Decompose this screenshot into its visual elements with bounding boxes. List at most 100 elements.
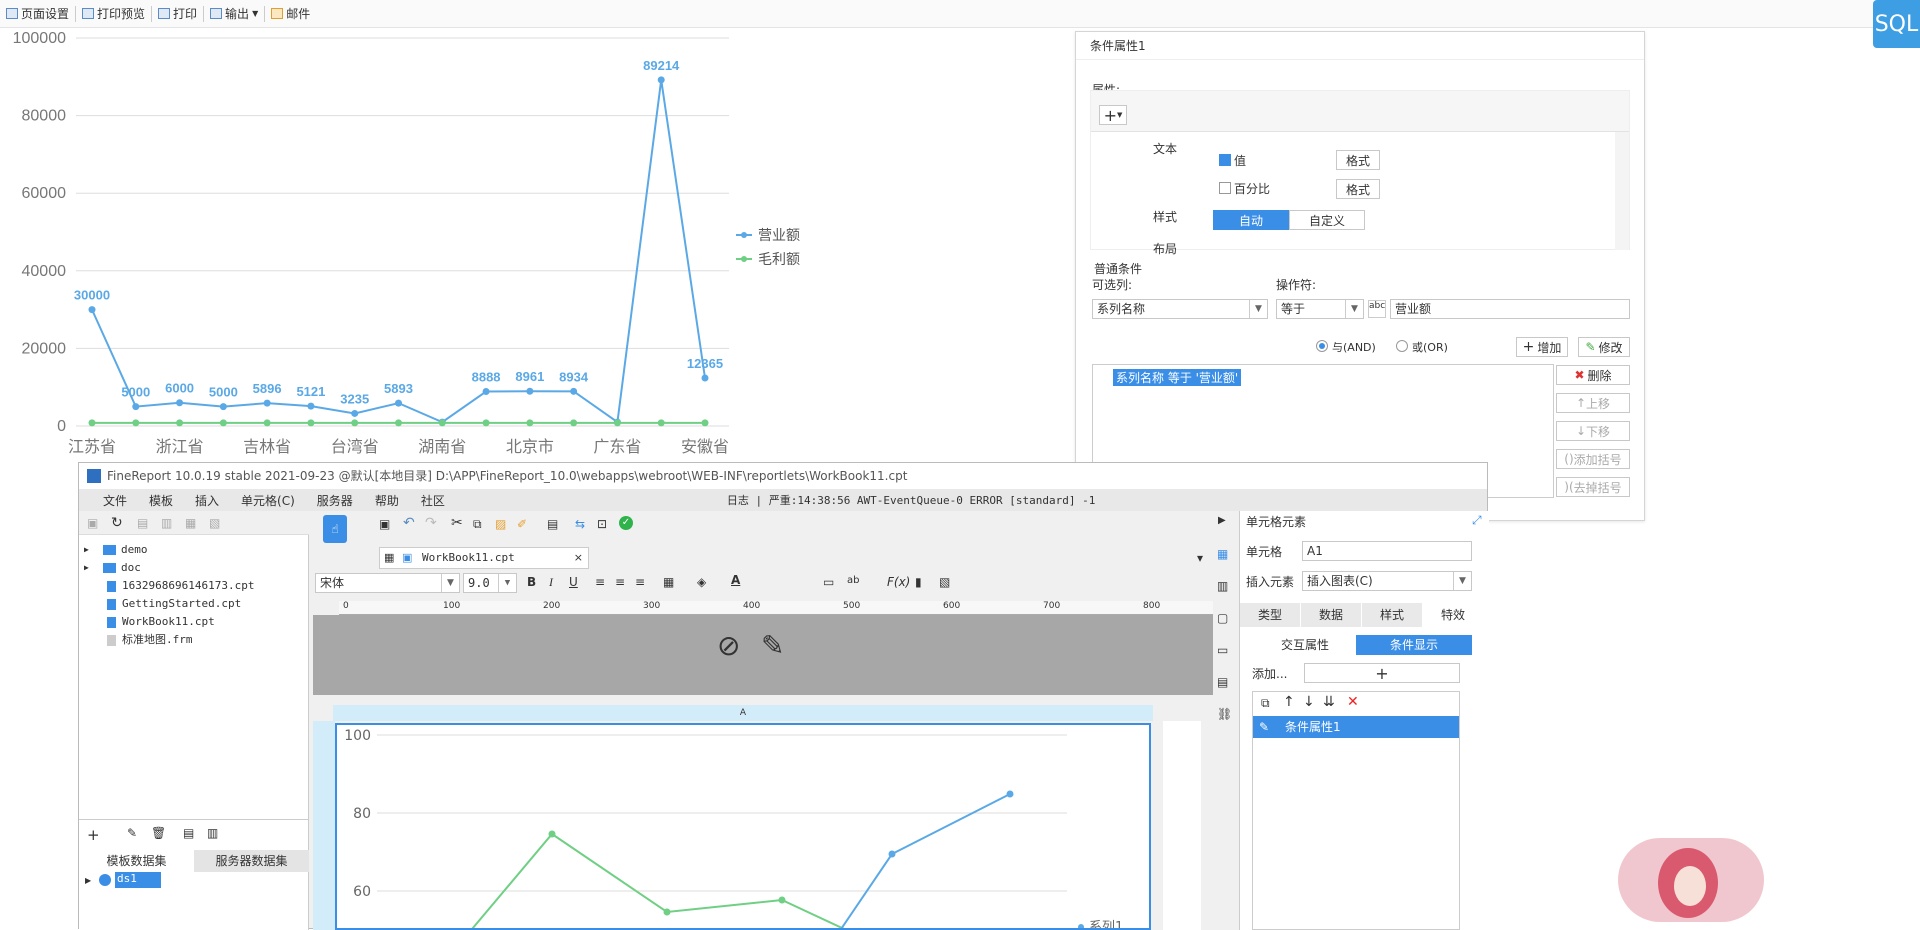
format-brush-icon[interactable]: ✐ bbox=[517, 517, 527, 531]
condition-list-item[interactable]: ✎ 条件属性1 bbox=[1253, 716, 1459, 738]
refresh-icon[interactable]: ↻ bbox=[111, 515, 123, 531]
menu-community[interactable]: 社区 bbox=[421, 492, 445, 509]
sql-button[interactable]: SQL bbox=[1873, 0, 1920, 48]
copy-icon[interactable]: ⧉ bbox=[473, 517, 482, 532]
tab-type[interactable]: 类型 bbox=[1240, 603, 1301, 627]
value-checkbox[interactable] bbox=[1219, 154, 1231, 166]
cell-chart[interactable]: 1008060系列1 bbox=[335, 723, 1151, 930]
fill-icon[interactable]: ◈ bbox=[697, 575, 706, 589]
add-condition-button[interactable]: + bbox=[1304, 663, 1460, 683]
condition-list-item[interactable]: 系列名称 等于 '营业额' bbox=[1113, 369, 1242, 386]
bold-icon[interactable]: B bbox=[527, 575, 536, 589]
paste-icon[interactable]: ▨ bbox=[495, 517, 506, 531]
subtab-interaction[interactable]: 交互属性 bbox=[1260, 635, 1350, 655]
link-icon[interactable]: ⛓ bbox=[1217, 707, 1232, 721]
move-down-button[interactable]: ↓ 下移 bbox=[1556, 421, 1630, 441]
value-format-button[interactable]: 格式 bbox=[1336, 150, 1380, 170]
email-button[interactable]: 邮件 bbox=[265, 5, 316, 22]
scrollbar[interactable] bbox=[1615, 132, 1629, 250]
list-icon[interactable]: ▤ bbox=[1217, 675, 1228, 689]
pencil-icon[interactable]: ✎ bbox=[761, 629, 784, 662]
tree-item[interactable]: WorkBook11.cpt bbox=[79, 613, 215, 631]
menu-template[interactable]: 模板 bbox=[149, 492, 173, 509]
text-icon[interactable]: ab bbox=[847, 575, 859, 586]
chart-icon[interactable]: ▮ bbox=[915, 575, 922, 589]
cell-name-input[interactable]: A1 bbox=[1302, 541, 1472, 561]
modify-condition-button[interactable]: ✎ 修改 bbox=[1578, 337, 1630, 357]
image-icon[interactable]: ▧ bbox=[939, 575, 950, 589]
tab-server-dataset[interactable]: 服务器数据集 bbox=[194, 850, 309, 872]
tab-style[interactable]: 样式 bbox=[1362, 603, 1423, 627]
font-size-select[interactable]: 9.0 ▼ bbox=[463, 573, 517, 593]
data-icon[interactable]: ▥ bbox=[207, 826, 218, 840]
template-icon[interactable]: ▤ bbox=[547, 517, 558, 531]
dropdown-icon[interactable]: ▾ bbox=[1197, 551, 1203, 565]
hidden-eye-icon[interactable]: ⊘ bbox=[717, 629, 740, 662]
sync-icon[interactable]: ⇆ bbox=[575, 517, 585, 531]
menu-file[interactable]: 文件 bbox=[103, 492, 127, 509]
trash-icon[interactable]: 🗑 bbox=[151, 826, 166, 840]
subtab-condition-display[interactable]: 条件显示 bbox=[1356, 635, 1472, 655]
column-header[interactable]: A bbox=[333, 705, 1153, 721]
align-left-icon[interactable]: ≡ bbox=[595, 575, 605, 589]
edit-icon[interactable]: ✎ bbox=[127, 826, 137, 840]
tab-template-dataset[interactable]: 模板数据集 bbox=[79, 850, 194, 872]
open-icon[interactable]: ▤ bbox=[137, 516, 148, 530]
tab-workbook[interactable]: ▦ ▣ WorkBook11.cpt × bbox=[379, 547, 589, 569]
add-condition-button[interactable]: + 增加 bbox=[1516, 337, 1568, 357]
style-custom-button[interactable]: 自定义 bbox=[1289, 210, 1365, 230]
formula-icon[interactable]: F(x) bbox=[887, 575, 910, 589]
page-setup-button[interactable]: 页面设置 bbox=[0, 5, 75, 22]
undo-icon[interactable]: ↶ bbox=[403, 515, 415, 531]
delete-icon[interactable]: ▦ bbox=[185, 516, 196, 530]
underline-icon[interactable]: U bbox=[569, 575, 578, 589]
or-radio[interactable] bbox=[1396, 340, 1408, 352]
tree-item[interactable]: 1632968696146173.cpt bbox=[79, 577, 254, 595]
percent-checkbox[interactable] bbox=[1219, 182, 1231, 194]
print-preview-button[interactable]: 打印预览 bbox=[76, 5, 151, 22]
print-button[interactable]: 打印 bbox=[152, 5, 203, 22]
design-mode-button[interactable]: ☝ bbox=[323, 515, 347, 543]
menu-help[interactable]: 帮助 bbox=[375, 492, 399, 509]
column-select[interactable]: 系列名称 ▼ bbox=[1092, 299, 1268, 319]
float-element-icon[interactable]: ▢ bbox=[1217, 611, 1228, 625]
italic-icon[interactable]: I bbox=[549, 575, 553, 590]
border-icon[interactable]: ▦ bbox=[663, 575, 674, 589]
tree-item[interactable]: ▶ demo bbox=[79, 541, 148, 559]
merge-icon[interactable]: ▭ bbox=[823, 575, 834, 589]
condition-value-input[interactable]: 营业额 bbox=[1390, 299, 1630, 319]
align-center-icon[interactable]: ≡ bbox=[615, 575, 625, 589]
font-name-select[interactable]: 宋体 ▼ bbox=[315, 573, 460, 593]
menu-cell[interactable]: 单元格(C) bbox=[241, 492, 295, 509]
menu-server[interactable]: 服务器 bbox=[317, 492, 353, 509]
dataset-item[interactable]: ds1 bbox=[115, 872, 161, 888]
sort-icon[interactable]: ⇊ bbox=[1323, 694, 1335, 710]
style-auto-button[interactable]: 自动 bbox=[1213, 210, 1289, 230]
tree-item[interactable]: ▶ doc bbox=[79, 559, 141, 577]
copy-icon[interactable]: ⧉ bbox=[1261, 696, 1270, 711]
close-icon[interactable]: × bbox=[574, 548, 583, 568]
percent-format-button[interactable]: 格式 bbox=[1336, 179, 1380, 199]
close-icon[interactable]: ✕ bbox=[1347, 694, 1359, 710]
expand-icon[interactable]: ▶ bbox=[85, 876, 91, 885]
new-folder-icon[interactable]: ▣ bbox=[87, 516, 98, 530]
tree-item[interactable]: GettingStarted.cpt bbox=[79, 595, 241, 613]
remove-bracket-button[interactable]: )(去掉括号 bbox=[1556, 477, 1630, 497]
preview-icon[interactable]: ⊡ bbox=[597, 517, 607, 531]
operator-select[interactable]: 等于 ▼ bbox=[1276, 299, 1364, 319]
redo-icon[interactable]: ↷ bbox=[425, 515, 437, 531]
add-attr-button[interactable]: + ▼ bbox=[1099, 105, 1127, 125]
cell-element-icon[interactable]: ▦ bbox=[1217, 547, 1228, 561]
add-bracket-button[interactable]: () 添加括号 bbox=[1556, 449, 1630, 469]
check-icon[interactable]: ✓ bbox=[619, 516, 633, 530]
insert-element-select[interactable]: 插入图表(C) ▼ bbox=[1302, 571, 1472, 591]
export-button[interactable]: 输出 ▼ bbox=[204, 5, 264, 22]
and-radio[interactable] bbox=[1316, 340, 1328, 352]
value-type-icon[interactable]: abc bbox=[1368, 300, 1386, 318]
tab-data[interactable]: 数据 bbox=[1301, 603, 1362, 627]
copy-icon[interactable]: ▧ bbox=[209, 516, 220, 530]
align-right-icon[interactable]: ≡ bbox=[635, 575, 645, 589]
arrow-up-icon[interactable]: ↑ bbox=[1283, 694, 1295, 710]
font-color-icon[interactable]: A bbox=[731, 573, 740, 587]
edit-icon[interactable]: ⤢ bbox=[1472, 513, 1482, 528]
